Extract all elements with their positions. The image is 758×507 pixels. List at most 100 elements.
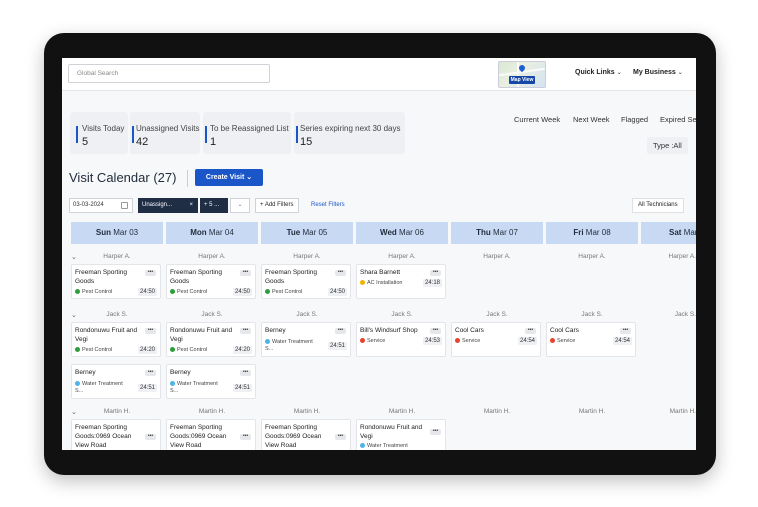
day-header: Tue Mar 05 xyxy=(261,222,353,244)
map-view-button[interactable]: Map View xyxy=(498,61,546,88)
more-options-icon[interactable]: ••• xyxy=(240,328,251,334)
service-dot-icon xyxy=(170,381,175,387)
day-header: Sun Mar 03 xyxy=(71,222,163,244)
quick-links-menu[interactable]: Quick Links ⌄ xyxy=(575,69,622,76)
stat-to-be-reassigned[interactable]: To be Reassigned List 1 xyxy=(203,112,291,154)
more-options-icon[interactable]: ••• xyxy=(525,328,536,334)
more-options-icon[interactable]: ••• xyxy=(240,370,251,376)
reset-filters-link[interactable]: Reset Filters xyxy=(311,202,345,208)
more-options-icon[interactable]: ••• xyxy=(430,429,441,435)
visit-duration: 24:50 xyxy=(137,288,157,296)
day-of-week: Sun xyxy=(95,228,111,237)
visit-card[interactable]: Rondonuwu Fruit and Vegi ••• Pest Contro… xyxy=(71,322,161,357)
visit-card[interactable]: Freeman Sporting Goods ••• Pest Control … xyxy=(166,264,256,299)
visit-duration: 24:54 xyxy=(612,337,632,345)
technician-name: Jack S. xyxy=(486,311,508,318)
more-options-icon[interactable]: ••• xyxy=(335,270,346,276)
more-options-icon[interactable]: ••• xyxy=(145,270,156,276)
stat-series-expiring[interactable]: Series expiring next 30 days 15 xyxy=(294,112,405,154)
more-options-icon[interactable]: ••• xyxy=(335,434,346,440)
technician-name: Jack S. xyxy=(296,311,318,318)
visit-card[interactable]: Freeman Sporting Goods:0969 Ocean View R… xyxy=(71,419,161,450)
visit-duration: 24:50 xyxy=(327,288,347,296)
service-dot-icon xyxy=(75,289,80,295)
visit-card[interactable]: Freeman Sporting Goods ••• Pest Control … xyxy=(261,264,351,299)
type-filter[interactable]: Type :All xyxy=(647,137,688,154)
service-label: Water Treatment S... xyxy=(170,381,218,394)
service-label: Service xyxy=(367,338,386,344)
visit-card[interactable]: Berney ••• Water Treatment S... 24:51 xyxy=(71,364,161,399)
all-technicians-select[interactable]: All Technicians xyxy=(632,198,684,213)
stat-accent-bar xyxy=(132,126,134,143)
technician-name: Jack S. xyxy=(674,311,696,318)
stat-value: 5 xyxy=(82,136,89,148)
visit-card[interactable]: Rondonuwu Fruit and Vegi ••• Pest Contro… xyxy=(166,322,256,357)
app-screen: Map View Quick Links⌄ My Business⌄ Visit… xyxy=(62,58,696,450)
stat-unassigned-visits[interactable]: Unassigned Visits 42 xyxy=(130,112,200,154)
chevron-down-icon: ⌄ xyxy=(246,174,253,181)
create-visit-label: Create Visit xyxy=(205,174,245,181)
map-view-label: Map View xyxy=(509,76,535,84)
service-label: Water Treatment S... xyxy=(75,381,123,394)
technician-name: Harper A. xyxy=(103,253,131,260)
day-date: Mar 08 xyxy=(585,228,611,237)
visit-card[interactable]: Berney ••• Water Treatment S... 24:51 xyxy=(261,322,351,357)
day-header: Wed Mar 06 xyxy=(356,222,448,244)
stat-value: 42 xyxy=(136,136,149,148)
more-options-icon[interactable]: ••• xyxy=(620,328,631,334)
filter-chip-more[interactable]: + 5 ... xyxy=(200,198,228,213)
visit-service: Service xyxy=(360,338,385,344)
visit-card[interactable]: Cool Cars ••• Service 24:54 xyxy=(451,322,541,357)
visit-card[interactable]: Freeman Sporting Goods:0969 Ocean View R… xyxy=(166,419,256,450)
my-business-menu[interactable]: My Business ⌄ xyxy=(633,69,683,76)
date-value: 03-03-2024 xyxy=(73,202,104,208)
visit-customer: Cool Cars xyxy=(550,327,579,334)
day-of-week: Fri xyxy=(573,228,584,237)
visit-service: Water Treatment S... xyxy=(170,381,225,395)
stat-label: Series expiring next 30 days xyxy=(300,124,401,133)
visit-card[interactable]: Bill's Windsurf Shop ••• Service 24:53 xyxy=(356,322,446,357)
filter-dropdown[interactable]: ⌄ xyxy=(230,198,250,213)
visit-customer: Rondonuwu Fruit and Vegi xyxy=(360,424,423,440)
more-options-icon[interactable]: ••• xyxy=(335,328,346,334)
technician-name: Jack S. xyxy=(106,311,128,318)
visit-customer: Shara Barnett xyxy=(360,269,401,276)
stat-label: Visits Today xyxy=(82,124,125,133)
visit-card[interactable]: Berney ••• Water Treatment S... 24:51 xyxy=(166,364,256,399)
more-options-icon[interactable]: ••• xyxy=(240,270,251,276)
visit-card[interactable]: Rondonuwu Fruit and Vegi ••• Water Treat… xyxy=(356,419,446,450)
visit-card[interactable]: Shara Barnett ••• AC Installation 24:18 xyxy=(356,264,446,299)
more-options-icon[interactable]: ••• xyxy=(145,328,156,334)
filter-expired-series[interactable]: Expired Se xyxy=(660,115,696,124)
filter-current-week[interactable]: Current Week xyxy=(514,115,560,124)
visit-service: AC Installation xyxy=(360,280,402,286)
more-options-icon[interactable]: ••• xyxy=(430,328,441,334)
technician-name: Jack S. xyxy=(391,311,413,318)
visit-service: Pest Control xyxy=(265,289,302,295)
more-options-icon[interactable]: ••• xyxy=(145,370,156,376)
global-search-input[interactable] xyxy=(68,64,270,83)
filter-flagged[interactable]: Flagged xyxy=(621,115,648,124)
quick-links-label: Quick Links xyxy=(575,69,615,76)
stat-value: 1 xyxy=(210,136,217,148)
technician-name: Martin H. xyxy=(388,408,416,415)
visit-card[interactable]: Freeman Sporting Goods:0969 Ocean View R… xyxy=(261,419,351,450)
visit-service: Pest Control xyxy=(170,347,207,353)
visit-card[interactable]: Cool Cars ••• Service 24:54 xyxy=(546,322,636,357)
close-icon[interactable]: × xyxy=(189,198,193,213)
filter-next-week[interactable]: Next Week xyxy=(573,115,610,124)
filter-chip-unassigned[interactable]: Unassign... × xyxy=(138,198,198,213)
visit-duration: 24:20 xyxy=(232,346,252,354)
service-dot-icon xyxy=(455,338,460,344)
more-options-icon[interactable]: ••• xyxy=(145,434,156,440)
create-visit-button[interactable]: Create Visit ⌄ xyxy=(195,169,263,186)
date-picker[interactable]: 03-03-2024 xyxy=(69,198,133,213)
technician-name: Jack S. xyxy=(581,311,603,318)
day-of-week: Tue xyxy=(286,228,301,237)
visit-customer: Bill's Windsurf Shop xyxy=(360,327,418,334)
more-options-icon[interactable]: ••• xyxy=(430,270,441,276)
add-filters-button[interactable]: + Add Filters xyxy=(255,198,299,213)
visit-card[interactable]: Freeman Sporting Goods ••• Pest Control … xyxy=(71,264,161,299)
more-options-icon[interactable]: ••• xyxy=(240,434,251,440)
stat-visits-today[interactable]: Visits Today 5 xyxy=(70,112,128,154)
